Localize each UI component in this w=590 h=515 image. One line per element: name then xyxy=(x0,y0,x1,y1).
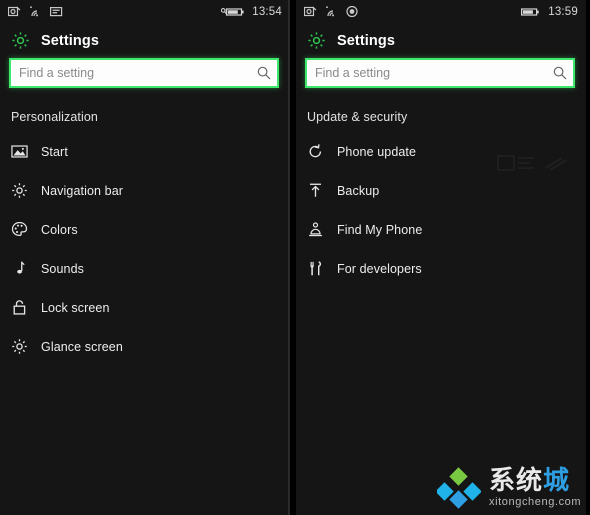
settings-list: Start Navigation bar Colors Sounds Lock … xyxy=(0,132,290,366)
battery-icon xyxy=(221,6,245,18)
upload-icon xyxy=(307,182,324,199)
search-input[interactable] xyxy=(307,60,547,86)
list-item-label: Start xyxy=(41,144,68,159)
list-item-label: Find My Phone xyxy=(337,222,423,237)
settings-header: Settings xyxy=(0,24,290,56)
status-bar-right: 13:59 xyxy=(521,6,578,18)
status-bar-clock: 13:54 xyxy=(252,6,282,18)
search-box[interactable] xyxy=(305,58,575,88)
wifi-icon xyxy=(325,6,338,18)
group-header-personalization: Personalization xyxy=(11,110,98,124)
gear-icon xyxy=(307,31,326,50)
phone-screen-right: 13:59 Settings Find a setting Update & s… xyxy=(296,0,586,515)
search-box[interactable] xyxy=(9,58,279,88)
list-item-label: Lock screen xyxy=(41,300,110,315)
list-item-label: Phone update xyxy=(337,144,417,159)
search-icon[interactable] xyxy=(251,60,277,86)
list-item-label: Colors xyxy=(41,222,78,237)
status-bar: 13:54 xyxy=(0,0,290,24)
list-item-for-developers[interactable]: For developers xyxy=(296,249,586,288)
list-item-colors[interactable]: Colors xyxy=(0,210,290,249)
status-bar: 13:59 xyxy=(296,0,586,24)
gear-icon xyxy=(11,338,28,355)
tools-icon xyxy=(307,260,324,277)
screenshot-icon xyxy=(304,6,317,18)
find-phone-icon xyxy=(307,221,324,238)
list-item-find-my-phone[interactable]: Find My Phone xyxy=(296,210,586,249)
list-item-sounds[interactable]: Sounds xyxy=(0,249,290,288)
list-item-label: Glance screen xyxy=(41,339,123,354)
wifi-icon xyxy=(29,6,42,18)
list-item-glance-screen[interactable]: Glance screen xyxy=(0,327,290,366)
gear-icon xyxy=(11,31,30,50)
lock-icon xyxy=(11,299,28,316)
list-item-lock-screen[interactable]: Lock screen xyxy=(0,288,290,327)
palette-icon xyxy=(11,221,28,238)
list-item-navigation-bar[interactable]: Navigation bar xyxy=(0,171,290,210)
list-item-backup[interactable]: Backup xyxy=(296,171,586,210)
refresh-icon xyxy=(307,143,324,160)
list-item-start[interactable]: Start xyxy=(0,132,290,171)
gear-icon xyxy=(11,182,28,199)
status-bar-left-icons xyxy=(304,6,359,18)
search-icon[interactable] xyxy=(547,60,573,86)
group-header-update-security: Update & security xyxy=(307,110,408,124)
settings-header: Settings xyxy=(296,24,586,56)
list-item-label: Navigation bar xyxy=(41,183,124,198)
search-input[interactable] xyxy=(11,60,251,86)
list-item-phone-update[interactable]: Phone update xyxy=(296,132,586,171)
picture-icon xyxy=(11,143,28,160)
panel-divider xyxy=(288,0,290,515)
status-bar-right: 13:54 xyxy=(221,6,282,18)
music-note-icon xyxy=(11,260,28,277)
battery-icon xyxy=(521,6,541,18)
page-title: Settings xyxy=(337,32,395,49)
list-item-label: For developers xyxy=(337,261,422,276)
screenshot-icon xyxy=(8,6,21,18)
list-item-label: Backup xyxy=(337,183,380,198)
phone-screens-container: 13:54 Settings Find a setting Personaliz… xyxy=(0,0,590,515)
page-title: Settings xyxy=(41,32,99,49)
status-bar-clock: 13:59 xyxy=(548,6,578,18)
message-icon xyxy=(50,6,63,18)
phone-screen-left: 13:54 Settings Find a setting Personaliz… xyxy=(0,0,290,515)
list-item-label: Sounds xyxy=(41,261,84,276)
settings-list: Phone update Backup Find My Phone For de… xyxy=(296,132,586,288)
status-bar-left-icons xyxy=(8,6,63,18)
record-icon xyxy=(346,6,359,18)
